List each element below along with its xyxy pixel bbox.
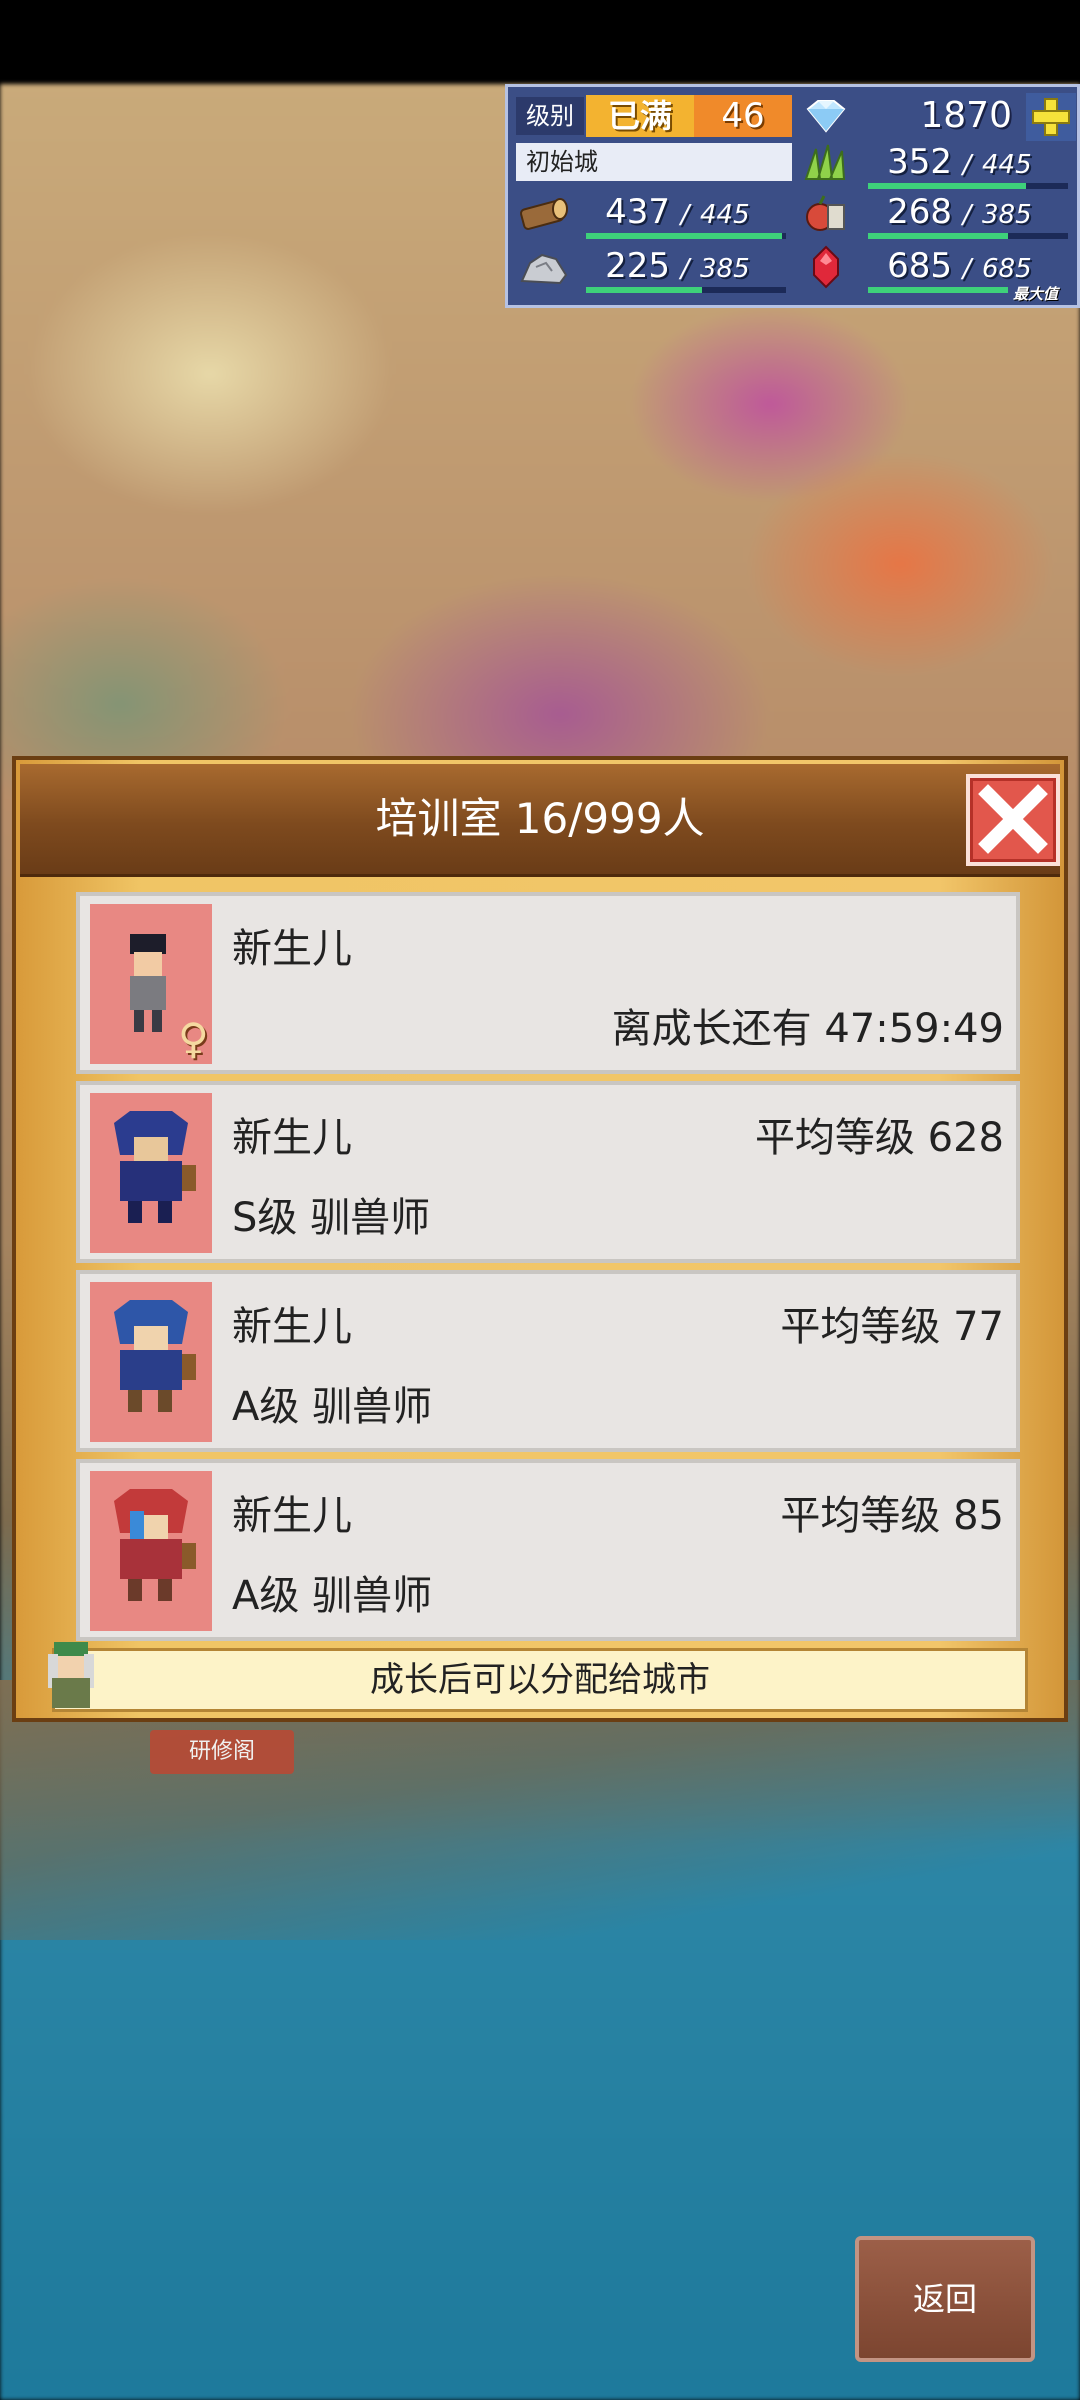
blue-hooded-tamer-avatar: [90, 1282, 212, 1442]
grass-icon: [798, 141, 854, 185]
building-label[interactable]: 研修阁: [150, 1730, 294, 1774]
ore-max: 385: [700, 254, 750, 284]
gem-count: 1870: [920, 95, 1012, 136]
ore-rock-icon: [516, 245, 572, 289]
resource-hud: 级别 已满 46 1870 初始城 352/445 437/445 268 / …: [505, 84, 1080, 308]
diamond-icon: [796, 95, 856, 137]
training-room-dialog: 培训室 16/999人 ♀ 新生儿 离成长还有 47:59:49 新生儿 平均等…: [12, 756, 1068, 1722]
trainee-class: S级 驯兽师: [232, 1195, 431, 1241]
plus-icon: [1032, 98, 1070, 136]
food-bar: [868, 233, 1068, 239]
trainee-list: ♀ 新生儿 离成长还有 47:59:49 新生儿 平均等级 628 S级 驯兽师: [76, 892, 1020, 1648]
average-level: 平均等级 85: [780, 1493, 1004, 1539]
max-tag: 最大值: [1013, 285, 1059, 303]
wood-max: 445: [700, 200, 750, 230]
crystal-bar: [868, 287, 1008, 293]
ore-value: 225/385: [578, 247, 793, 285]
trainee-name: 新生儿: [232, 1493, 352, 1539]
blue-hooded-tamer-avatar: [90, 1093, 212, 1253]
list-item[interactable]: 新生儿 平均等级 85 A级 驯兽师: [76, 1459, 1020, 1641]
town-name: 初始城: [516, 143, 792, 181]
dialog-titlebar: 培训室 16/999人: [20, 764, 1060, 877]
trainee-class: A级 驯兽师: [232, 1384, 433, 1430]
wood-log-icon: [516, 191, 572, 235]
ore-bar: [586, 287, 786, 293]
wood-value: 437/445: [578, 193, 793, 231]
wood-bar: [586, 233, 786, 239]
female-symbol-icon: ♀: [178, 1014, 209, 1063]
list-item[interactable]: ♀ 新生儿 离成长还有 47:59:49: [76, 892, 1020, 1074]
apple-food-icon: [798, 191, 854, 235]
ore-current: 225: [605, 246, 670, 286]
list-item[interactable]: 新生儿 平均等级 628 S级 驯兽师: [76, 1081, 1020, 1263]
trainee-name: 新生儿: [232, 926, 352, 972]
level-label: 级别: [516, 97, 584, 135]
close-icon: [978, 784, 1048, 854]
grass-bar: [868, 183, 1068, 189]
grass-current: 352: [887, 142, 952, 182]
crystal-value: 685/685: [860, 247, 1075, 285]
back-button[interactable]: 返回: [855, 2236, 1035, 2362]
grass-max: 445: [982, 150, 1032, 180]
level-status: 已满: [586, 95, 694, 137]
red-crystal-icon: [798, 245, 854, 289]
grass-value: 352/445: [860, 143, 1075, 181]
food-current: 268: [887, 192, 952, 232]
wood-current: 437: [605, 192, 670, 232]
food-max: 385: [982, 200, 1032, 230]
close-button[interactable]: [966, 774, 1060, 866]
average-level: 平均等级 77: [780, 1304, 1004, 1350]
average-level: 平均等级 628: [754, 1115, 1004, 1161]
hint-banner: 成长后可以分配给城市: [52, 1648, 1028, 1712]
trainee-name: 新生儿: [232, 1115, 352, 1161]
dialog-title: 培训室 16/999人: [375, 794, 705, 843]
advisor-avatar: [36, 1636, 106, 1714]
crystal-current: 685: [887, 246, 952, 286]
trainee-name: 新生儿: [232, 1304, 352, 1350]
growth-timer: 离成长还有 47:59:49: [611, 1006, 1004, 1052]
trainee-class: A级 驯兽师: [232, 1573, 433, 1619]
black-haired-child-avatar: ♀: [90, 904, 212, 1064]
level-value: 46: [694, 95, 792, 137]
food-value: 268/385: [860, 193, 1075, 231]
red-hooded-tamer-avatar: [90, 1471, 212, 1631]
list-item[interactable]: 新生儿 平均等级 77 A级 驯兽师: [76, 1270, 1020, 1452]
add-gems-button[interactable]: [1026, 93, 1076, 141]
